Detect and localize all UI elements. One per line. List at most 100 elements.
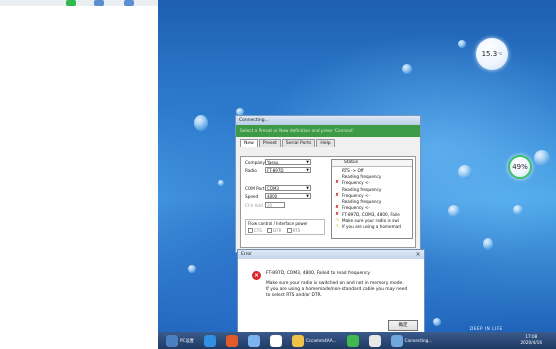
taskbar-item-label: Connecting...	[404, 338, 433, 343]
taskbar-item-label: Cccamm4AA...	[305, 338, 337, 343]
water-drop	[458, 165, 472, 179]
water-drop	[194, 115, 208, 131]
taskbar-items: PC设置 Cccamm4AA... Connecting...	[158, 334, 434, 347]
rts-checkbox[interactable]: RTS	[286, 228, 301, 233]
temperature-unit: °C	[498, 52, 503, 56]
status-line-text: Make sure your radio is swi	[342, 218, 399, 224]
flow-control-group: Flow control / Interface power CTS DTR R…	[245, 219, 325, 235]
water-drop	[433, 318, 441, 326]
connecting-titlebar[interactable]: Connecting...	[236, 116, 420, 125]
tab-help[interactable]: Help	[316, 139, 335, 147]
water-drop	[218, 180, 224, 186]
status-line-text: FT-897D, COM3, 4800, Faile	[342, 211, 400, 217]
blue-tab-marker	[94, 0, 104, 6]
folder-icon	[291, 334, 304, 347]
chevron-down-icon: ▼	[306, 186, 309, 190]
rts-label: RTS	[292, 228, 301, 233]
chevron-down-icon: ▼	[306, 194, 309, 198]
chevron-down-icon: ▼	[306, 168, 309, 172]
company-value: Yaesu	[267, 159, 279, 165]
clock-date: 2020/4/16	[520, 340, 542, 345]
water-drop	[448, 205, 460, 217]
tab-new[interactable]: New	[240, 139, 258, 147]
error-x-icon: ✘	[335, 180, 339, 186]
company-select[interactable]: Yaesu ▼	[265, 159, 311, 165]
status-line-text: Reading frequency	[342, 199, 382, 205]
blue-tab-marker-2	[124, 0, 134, 6]
chat-icon	[368, 334, 381, 347]
taskbar-item[interactable]	[198, 334, 218, 347]
error-titlebar[interactable]: Error ×	[238, 250, 424, 259]
com-port-label: COM Port	[245, 185, 265, 191]
water-drop	[458, 40, 466, 48]
taskbar-item[interactable]	[341, 334, 361, 347]
speed-select[interactable]: 4800 ▼	[265, 193, 311, 199]
taskbar-item[interactable]: Cccamm4AA...	[286, 334, 339, 347]
status-line-text: Frequency <-	[342, 180, 370, 186]
app-icon	[247, 334, 260, 347]
taskbar: PC设置 Cccamm4AA... Connecting... 17:08 2020…	[158, 332, 556, 349]
tab-preset[interactable]: Preset	[258, 139, 281, 147]
green-tab-marker	[66, 0, 76, 6]
water-drop	[483, 238, 493, 250]
civ-label: CI-V Add	[245, 202, 263, 208]
company-label: Company	[245, 159, 265, 165]
wallpaper-caption: DEEP IN LIFE	[470, 326, 503, 331]
dtr-label: DTR	[273, 228, 282, 233]
ok-button[interactable]: 确定	[388, 320, 418, 331]
speed-value: 4800	[267, 193, 278, 199]
radio-label: Radio	[245, 167, 257, 173]
cloud-icon	[269, 334, 282, 347]
speed-label: Speed	[245, 193, 259, 199]
status-header: Status	[332, 160, 412, 167]
temperature-gadget[interactable]: 15.3 °C	[476, 38, 508, 70]
clock[interactable]: 17:08 2020/4/16	[521, 334, 542, 346]
error-x-icon: ✘	[335, 211, 339, 217]
status-line: ⚠ If you are using a homemad	[332, 224, 412, 230]
taskbar-item[interactable]	[242, 334, 262, 347]
connecting-banner: Select a Preset or New definition and pr…	[236, 125, 420, 137]
status-line-text: Reading frequency	[342, 173, 382, 179]
radio-value: FT-897D	[267, 167, 284, 173]
warning-icon: ⚠	[334, 224, 340, 230]
taskbar-item[interactable]: Connecting...	[385, 334, 435, 347]
chevron-down-icon: ▼	[306, 160, 309, 164]
connecting-window: Connecting... Select a Preset or New def…	[235, 115, 421, 253]
percent-value: 49%	[512, 163, 528, 171]
flow-control-label: Flow control / Interface power	[248, 221, 308, 226]
status-lines: RTS -> Off Reading frequency ✘ Frequency <-…	[332, 167, 412, 230]
top-strip	[0, 0, 158, 6]
percent-gadget[interactable]: 49%	[508, 155, 532, 179]
water-drop	[402, 64, 412, 74]
connecting-title: Connecting...	[239, 118, 269, 123]
tab-serial-ports[interactable]: Serial Ports	[281, 139, 316, 147]
status-line-text: RTS -> Off	[342, 167, 364, 173]
error-x-icon: ✘	[335, 192, 339, 198]
radio-select[interactable]: FT-897D ▼	[265, 167, 311, 173]
com-port-select[interactable]: COM3 ▼	[265, 185, 311, 191]
status-list[interactable]: Status RTS -> Off Reading frequency ✘ Frequ…	[331, 159, 413, 239]
error-line-4: to select RTS and/or DTR.	[266, 293, 322, 298]
dtr-checkbox[interactable]: DTR	[267, 228, 281, 233]
error-x-icon: ✘	[335, 205, 339, 211]
temperature-value: 15.3	[481, 50, 498, 58]
taskbar-item[interactable]	[220, 334, 240, 347]
status-line-text: If you are using a homemad	[342, 224, 401, 230]
taskbar-item[interactable]	[363, 334, 383, 347]
taskbar-item[interactable]	[264, 334, 284, 347]
water-drop	[534, 150, 550, 166]
cts-checkbox[interactable]: CTS	[248, 228, 262, 233]
warning-icon: ⚠	[334, 218, 340, 224]
new-tab-panel: Company Yaesu ▼ Radio FT-897D ▼ COM Port C…	[240, 156, 416, 248]
close-icon[interactable]: ×	[412, 251, 424, 258]
error-title: Error	[241, 252, 252, 257]
taskbar-item-label: PC设置	[180, 337, 194, 343]
media-icon	[225, 334, 238, 347]
water-drop	[188, 265, 196, 273]
settings-icon	[166, 334, 178, 347]
com-port-value: COM3	[267, 185, 279, 191]
taskbar-item[interactable]: PC设置	[160, 334, 196, 347]
status-line-text: Frequency <-	[342, 192, 370, 198]
error-message: FT-897D, COM3, 4800, Failed to read freq…	[266, 271, 420, 299]
status-line-text: Frequency <-	[342, 205, 370, 211]
